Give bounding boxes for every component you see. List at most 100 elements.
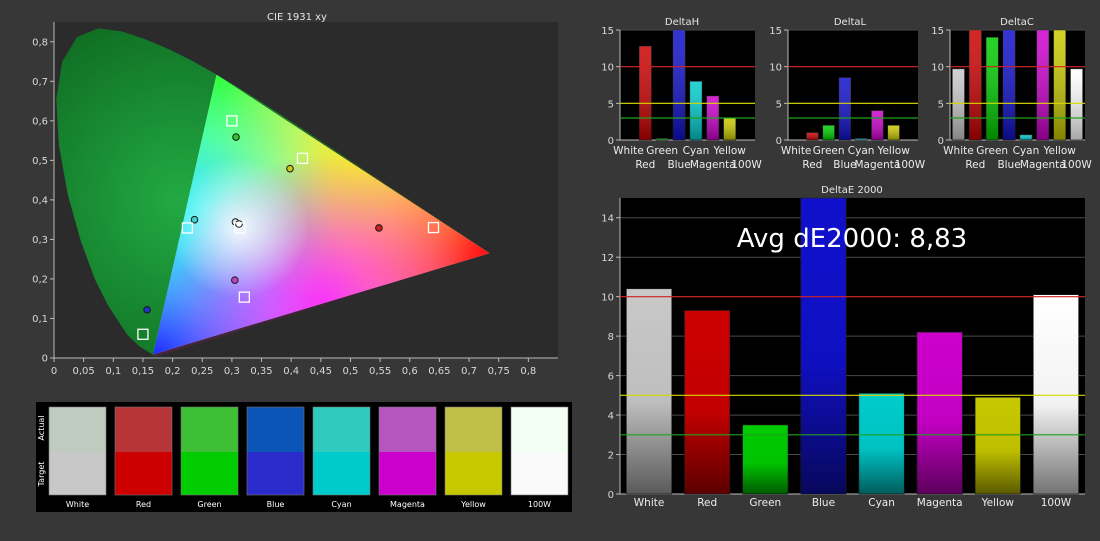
cie-x-tick-label: 0,15 bbox=[132, 366, 154, 377]
category-label: Yellow bbox=[713, 145, 747, 157]
cie-x-tick-label: 0,1 bbox=[105, 366, 121, 377]
swatch-target-cyan bbox=[313, 452, 370, 495]
swatch-target-label: Target bbox=[37, 462, 46, 488]
swatch-target-green bbox=[181, 452, 238, 495]
category-label: Magenta bbox=[854, 159, 900, 171]
cie-y-tick-label: 0,1 bbox=[32, 314, 48, 325]
deltaC-chart: 051015WhiteRedGreenBlueCyanMagentaYellow… bbox=[931, 17, 1092, 171]
bar-shading bbox=[858, 393, 905, 494]
cie-y-tick-label: 0,3 bbox=[32, 235, 48, 246]
cie-x-tick-label: 0,2 bbox=[165, 366, 181, 377]
cie-chart-title: CIE 1931 xy bbox=[267, 12, 327, 23]
cie-x-tick-label: 0,8 bbox=[520, 366, 536, 377]
swatch-actual-blue bbox=[247, 407, 304, 452]
cie-x-tick-label: 0,6 bbox=[402, 366, 418, 377]
bar-shading bbox=[1036, 30, 1049, 140]
swatch-actual-red bbox=[115, 407, 172, 452]
category-label: Green bbox=[646, 145, 678, 157]
category-label: 100W bbox=[1041, 497, 1072, 509]
y-tick-label: 10 bbox=[769, 63, 782, 74]
category-label: 100W bbox=[731, 159, 762, 171]
bar-shading bbox=[626, 288, 672, 494]
bar-shading bbox=[1033, 294, 1079, 494]
bar-shading bbox=[952, 68, 965, 140]
color-swatch-strip: Actual Target White Red Green Blue Cyan Magen… bbox=[36, 402, 572, 512]
cie-x-tick-label: 0,65 bbox=[428, 366, 450, 377]
deltaH-chart: 051015WhiteRedGreenBlueCyanMagentaYellow… bbox=[601, 17, 762, 171]
category-label: Blue bbox=[833, 159, 856, 171]
deltaC-title: DeltaC bbox=[1000, 17, 1034, 28]
cie-actual-point bbox=[286, 164, 294, 173]
swatch-label: Red bbox=[136, 500, 151, 509]
bar-shading bbox=[969, 30, 982, 140]
bar-shading bbox=[887, 125, 900, 140]
bar-shading bbox=[672, 30, 686, 140]
cie-chart: CIE 1931 xy 0 0,05 0,1 0,15 0,2 0,25 0,3 0,35 0,… bbox=[32, 12, 558, 377]
y-tick-label: 15 bbox=[931, 26, 944, 37]
bar-shading bbox=[1053, 30, 1066, 140]
bar-shading bbox=[1019, 134, 1033, 140]
category-label: Red bbox=[802, 159, 822, 171]
plot-area bbox=[788, 30, 918, 140]
cie-actual-point bbox=[232, 133, 240, 141]
category-label: Magenta bbox=[1020, 159, 1066, 171]
y-tick-label: 12 bbox=[601, 253, 614, 264]
swatch-label: Cyan bbox=[331, 500, 351, 509]
category-label: White bbox=[634, 497, 665, 509]
deltaL-chart: 051015WhiteRedGreenBlueCyanMagentaYellow… bbox=[769, 17, 925, 171]
cie-actual-point bbox=[190, 215, 199, 224]
deltaE-title: DeltaE 2000 bbox=[821, 185, 883, 196]
category-label: Red bbox=[965, 159, 985, 171]
bar-shading bbox=[917, 332, 963, 494]
category-label: 100W bbox=[895, 159, 926, 171]
category-label: Yellow bbox=[981, 497, 1015, 509]
y-tick-label: 0 bbox=[608, 490, 614, 501]
swatch-target-blue bbox=[247, 452, 304, 495]
category-label: White bbox=[613, 145, 644, 157]
bar-shading bbox=[639, 46, 652, 141]
swatch-actual-yellow bbox=[445, 407, 502, 452]
category-label: Blue bbox=[812, 497, 835, 509]
swatch-actual-label: Actual bbox=[37, 415, 46, 440]
cie-actual-point bbox=[143, 305, 151, 314]
category-label: Cyan bbox=[848, 145, 875, 157]
swatch-label: 100W bbox=[528, 500, 551, 509]
cie-y-tick-label: 0,5 bbox=[32, 156, 48, 167]
cie-y-tick-label: 0,4 bbox=[32, 195, 48, 206]
bar-shading bbox=[656, 138, 669, 140]
cie-y-tick-label: 0,2 bbox=[32, 274, 48, 285]
y-tick-label: 5 bbox=[776, 99, 782, 110]
swatch-target-red bbox=[115, 452, 172, 495]
deltaH-title: DeltaH bbox=[665, 17, 699, 28]
category-label: Green bbox=[749, 497, 781, 509]
cie-x-tick-label: 0,75 bbox=[488, 366, 510, 377]
y-tick-label: 8 bbox=[608, 332, 614, 343]
category-label: Yellow bbox=[876, 145, 910, 157]
cie-x-tick-label: 0,45 bbox=[310, 366, 332, 377]
cie-y-tick-label: 0,8 bbox=[32, 37, 48, 48]
bar-shading bbox=[822, 125, 835, 140]
bar-shading bbox=[684, 310, 730, 494]
cie-y-tick-label: 0,6 bbox=[32, 116, 48, 127]
swatch-actual-100w bbox=[511, 407, 568, 452]
swatch-target-100w bbox=[511, 452, 568, 495]
y-tick-label: 2 bbox=[608, 451, 614, 462]
category-label: White bbox=[943, 145, 974, 157]
swatch-label: Magenta bbox=[390, 500, 425, 509]
y-tick-label: 4 bbox=[608, 411, 614, 422]
swatch-label: Green bbox=[197, 500, 221, 509]
y-tick-label: 15 bbox=[769, 26, 782, 37]
category-label: Cyan bbox=[868, 497, 895, 509]
cie-x-tick-label: 0,35 bbox=[250, 366, 272, 377]
swatch-label: White bbox=[66, 500, 89, 509]
y-tick-label: 5 bbox=[938, 99, 944, 110]
bar-shading bbox=[723, 118, 736, 140]
cie-x-tick-label: 0,7 bbox=[461, 366, 477, 377]
cie-x-tick-label: 0 bbox=[51, 366, 57, 377]
cie-y-tick-label: 0,7 bbox=[32, 77, 48, 88]
deltaL-title: DeltaL bbox=[834, 17, 867, 28]
bar-shading bbox=[1070, 68, 1083, 140]
category-label: 100W bbox=[1061, 159, 1092, 171]
category-label: Green bbox=[813, 145, 845, 157]
cie-x-tick-label: 0,5 bbox=[343, 366, 359, 377]
